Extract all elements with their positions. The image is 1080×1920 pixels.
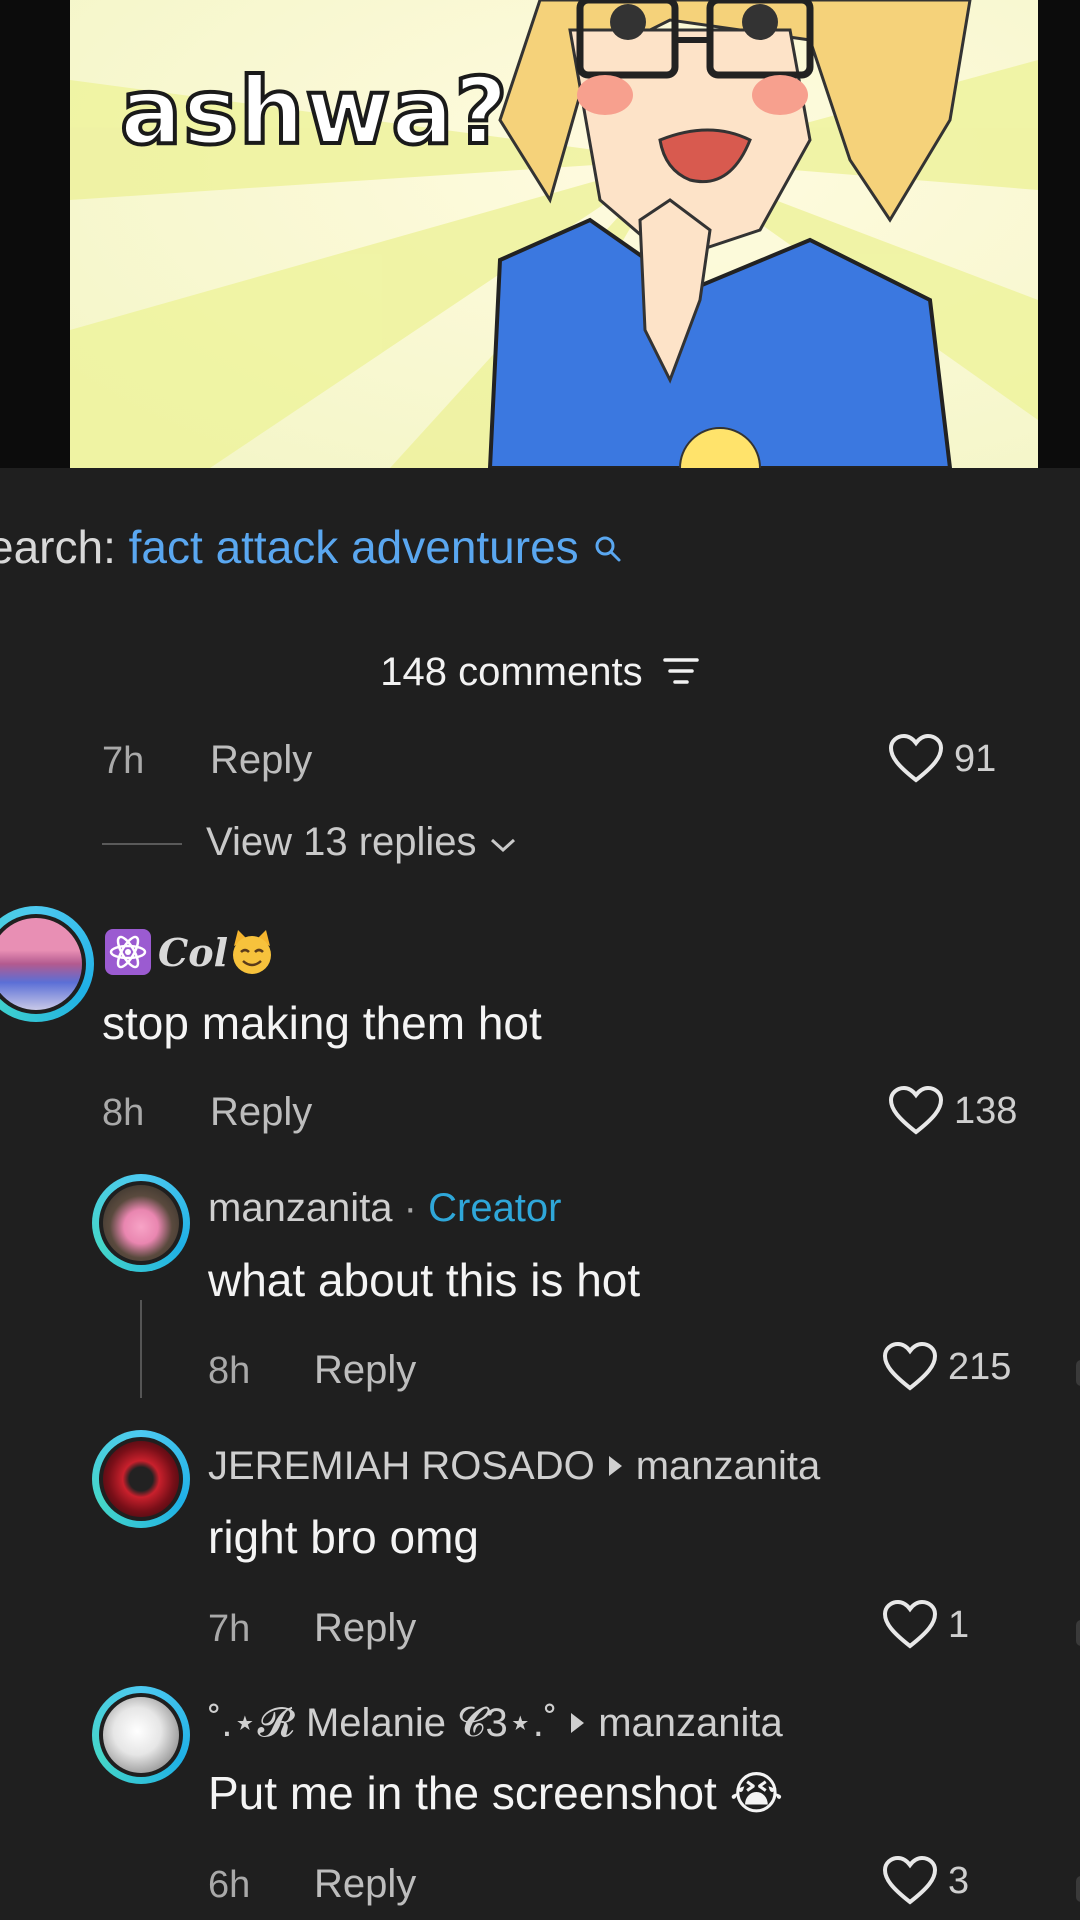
like-count: 138 bbox=[954, 1089, 1018, 1132]
thread-line bbox=[140, 1300, 142, 1398]
comment-author[interactable]: Col bbox=[104, 928, 276, 976]
like-count: 91 bbox=[954, 737, 997, 780]
reply-button[interactable]: Reply bbox=[314, 1606, 416, 1651]
comment-time: 6h bbox=[208, 1864, 251, 1906]
separator: · bbox=[392, 1186, 429, 1230]
comment-author[interactable]: manzanita · Creator bbox=[208, 1186, 562, 1231]
heart-icon bbox=[882, 1342, 938, 1391]
reply-button[interactable]: Reply bbox=[210, 738, 312, 783]
heart-icon bbox=[888, 1086, 944, 1135]
like-count: 1 bbox=[948, 1603, 970, 1646]
like-count: 215 bbox=[948, 1345, 1012, 1388]
comment-text: what about this is hot bbox=[208, 1254, 641, 1306]
divider bbox=[102, 843, 182, 845]
reply-to[interactable]: manzanita bbox=[598, 1701, 783, 1745]
reply-button[interactable]: Reply bbox=[210, 1090, 312, 1135]
post-image[interactable]: ashwa? bbox=[0, 0, 1080, 468]
edge-indicator bbox=[1076, 1360, 1080, 1386]
reply-arrow-icon bbox=[571, 1713, 585, 1734]
like-button[interactable]: 138 bbox=[888, 1086, 1017, 1136]
comment-time: 7h bbox=[208, 1608, 251, 1650]
crying-emoji: 😭 bbox=[729, 1767, 784, 1819]
related-search[interactable]: earch: fact attack adventures bbox=[0, 520, 623, 578]
comment-text: stop making them hot bbox=[102, 997, 542, 1049]
reply-button[interactable]: Reply bbox=[314, 1348, 416, 1393]
cat-emoji-icon bbox=[233, 930, 272, 974]
comment-text-content: Put me in the screenshot bbox=[208, 1767, 717, 1819]
author-name: ˚.⋆𝓡 Melanie 𝓒3⋆.˚ bbox=[208, 1701, 558, 1745]
author-name: manzanita bbox=[208, 1186, 393, 1230]
heart-icon bbox=[882, 1600, 938, 1649]
avatar[interactable] bbox=[92, 1174, 190, 1272]
heart-icon bbox=[888, 734, 944, 783]
edge-indicator bbox=[1076, 1876, 1080, 1902]
avatar[interactable] bbox=[92, 1686, 190, 1784]
like-button[interactable]: 1 bbox=[882, 1600, 969, 1650]
comments-count-header: 148 comments bbox=[0, 650, 1080, 695]
creator-badge: Creator bbox=[428, 1186, 562, 1230]
author-name: JEREMIAH ROSADO bbox=[208, 1444, 595, 1488]
comment-text: Put me in the screenshot 😭 bbox=[208, 1766, 783, 1820]
chevron-down-icon bbox=[490, 838, 515, 853]
meme-caption: ashwa? bbox=[118, 56, 510, 167]
comment-time: 7h bbox=[102, 740, 145, 782]
comments-count: 148 comments bbox=[380, 650, 643, 694]
like-button[interactable]: 215 bbox=[882, 1342, 1011, 1392]
comment-time: 8h bbox=[102, 1092, 145, 1134]
filter-icon[interactable] bbox=[662, 654, 700, 688]
reply-arrow-icon bbox=[608, 1456, 622, 1477]
edge-indicator bbox=[1076, 1620, 1080, 1646]
reply-to[interactable]: manzanita bbox=[636, 1444, 821, 1488]
heart-icon bbox=[882, 1856, 938, 1905]
like-count: 3 bbox=[948, 1859, 970, 1902]
reply-button[interactable]: Reply bbox=[314, 1862, 416, 1907]
comment-time: 8h bbox=[208, 1350, 251, 1392]
comment-author[interactable]: ˚.⋆𝓡 Melanie 𝓒3⋆.˚ manzanita bbox=[208, 1700, 783, 1746]
like-button[interactable]: 3 bbox=[882, 1856, 969, 1906]
author-name: Col bbox=[158, 929, 229, 975]
comment-text: right bro omg bbox=[208, 1511, 480, 1563]
search-prefix: earch: bbox=[0, 521, 116, 573]
search-icon bbox=[593, 524, 623, 578]
atom-icon bbox=[105, 929, 151, 975]
view-replies-label: View 13 replies bbox=[206, 820, 477, 864]
search-query-link[interactable]: fact attack adventures bbox=[129, 521, 579, 573]
view-replies-button[interactable]: View 13 replies bbox=[206, 820, 518, 865]
comment-author[interactable]: JEREMIAH ROSADO manzanita bbox=[208, 1444, 820, 1489]
like-button[interactable]: 91 bbox=[888, 734, 996, 784]
avatar[interactable] bbox=[92, 1430, 190, 1528]
avatar[interactable] bbox=[0, 906, 94, 1022]
